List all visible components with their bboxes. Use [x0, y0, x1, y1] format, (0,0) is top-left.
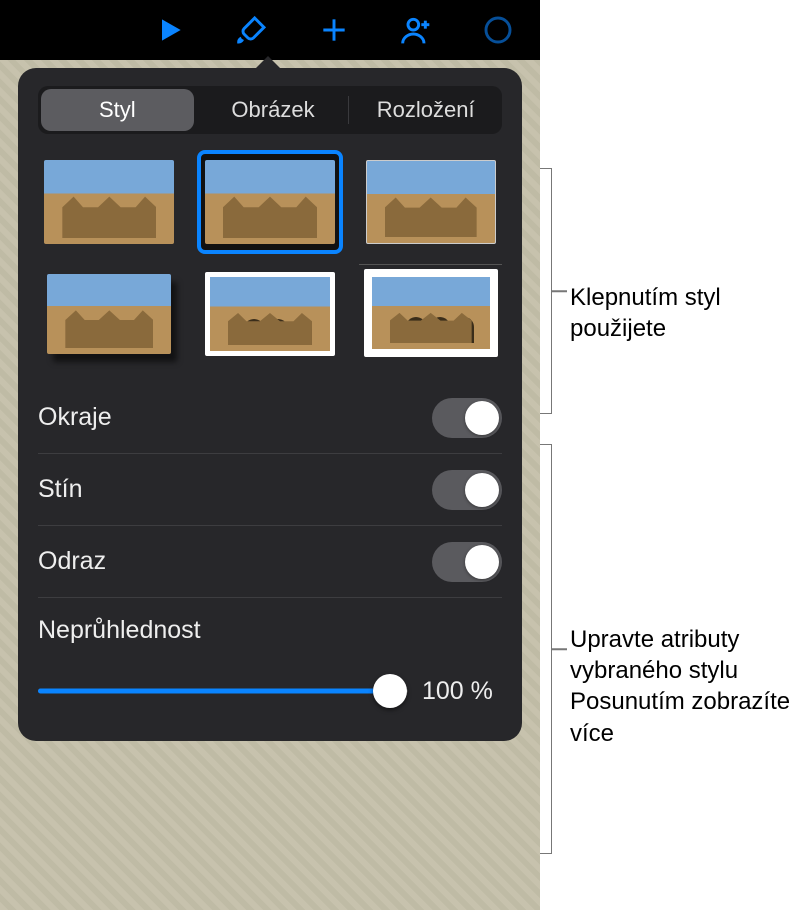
tab-style-label: Styl [99, 97, 136, 123]
tab-layout-label: Rozložení [377, 97, 475, 123]
tab-image[interactable]: Obrázek [197, 86, 350, 134]
style-thumb-2[interactable] [199, 152, 342, 252]
callout-bracket-1 [540, 168, 552, 414]
format-popover: Styl Obrázek Rozložení Okraje Stín Odraz… [18, 68, 522, 741]
opacity-label: Neprůhlednost [38, 616, 502, 645]
reflection-toggle[interactable] [432, 542, 502, 582]
tab-image-label: Obrázek [231, 97, 314, 123]
row-borders: Okraje [38, 382, 502, 454]
opacity-slider[interactable] [38, 671, 408, 711]
shadow-toggle[interactable] [432, 470, 502, 510]
row-reflection: Odraz [38, 526, 502, 598]
style-thumb-6[interactable] [359, 264, 502, 364]
reflection-label: Odraz [38, 547, 106, 576]
add-person-icon[interactable] [396, 10, 436, 50]
tab-layout[interactable]: Rozložení [349, 86, 502, 134]
style-thumbnails [38, 152, 502, 364]
callout-adjust-attributes: Upravte atributy vybraného stylu Posunut… [570, 624, 801, 749]
slider-fill [38, 689, 390, 694]
opacity-value: 100 % [422, 677, 502, 706]
opacity-section: Neprůhlednost 100 % [38, 598, 502, 711]
borders-toggle[interactable] [432, 398, 502, 438]
style-thumb-1[interactable] [38, 152, 181, 252]
format-tabs: Styl Obrázek Rozložení [38, 86, 502, 134]
format-brush-icon[interactable] [232, 10, 272, 50]
more-icon[interactable] [478, 10, 518, 50]
style-thumb-3[interactable] [359, 152, 502, 252]
add-icon[interactable] [314, 10, 354, 50]
borders-label: Okraje [38, 403, 112, 432]
style-thumb-4[interactable] [38, 264, 181, 364]
shadow-label: Stín [38, 475, 82, 504]
callout-apply-style: Klepnutím styl použijete [570, 282, 801, 344]
callout-bracket-2 [540, 444, 552, 854]
top-toolbar [0, 0, 540, 60]
tab-style[interactable]: Styl [41, 89, 194, 131]
row-shadow: Stín [38, 454, 502, 526]
slider-knob[interactable] [373, 674, 407, 708]
style-thumb-5[interactable] [199, 264, 342, 364]
play-icon[interactable] [150, 10, 190, 50]
